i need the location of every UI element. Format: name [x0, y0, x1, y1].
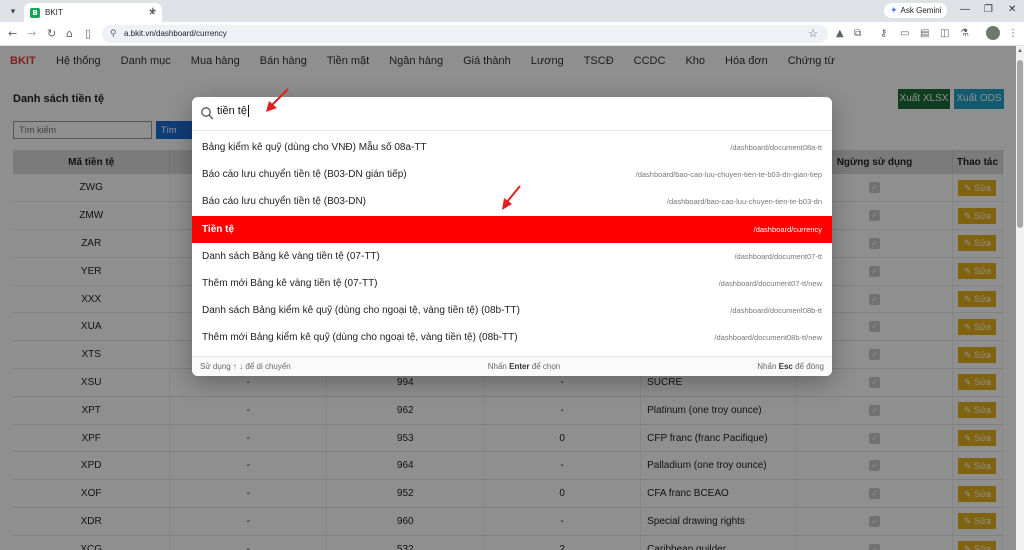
palette-result[interactable]: Danh sách Bảng kiểm kê quỹ (dùng cho ngo…: [192, 297, 832, 324]
window-close-icon[interactable]: ✕: [1008, 4, 1016, 16]
browser-toolbar: ← → ↻ ⌂ ▯ ⚲ a.bkit.vn/dashboard/currency…: [0, 22, 1024, 46]
ask-gemini-button[interactable]: ✦ Ask Gemini: [884, 3, 948, 18]
esc-key: Esc: [778, 362, 793, 371]
footer-enter-suffix: để chọn: [529, 362, 561, 371]
result-path: /dashboard/document07-tt: [734, 251, 822, 261]
lab-icon[interactable]: ⚗: [960, 27, 969, 41]
result-title: Bảng kiểm kê quỹ (dùng cho VNĐ) Mẫu số 0…: [202, 142, 427, 154]
enter-key: Enter: [509, 362, 530, 371]
result-path: /dashboard/bao-cao-luu-chuyen-tien-te-b0…: [635, 170, 822, 180]
palette-footer: Sử dụng ↑ ↓ để di chuyển Nhấn Enter để c…: [192, 356, 832, 376]
result-path: /dashboard/bao-cao-luu-chuyen-tien-te-b0…: [666, 197, 822, 207]
palette-result[interactable]: Báo cáo lưu chuyển tiền tệ (B03-DN) /dash…: [192, 188, 832, 215]
result-path: /dashboard/document08b-tt/new: [714, 333, 822, 343]
gemini-icon: ✦: [890, 5, 898, 15]
search-icon: [201, 107, 214, 120]
text-caret: [247, 105, 249, 118]
sidebar-toggle-icon[interactable]: ▯: [85, 27, 91, 41]
result-path: /dashboard/document08b-tt: [730, 306, 822, 316]
maximize-icon[interactable]: ❐: [984, 4, 993, 16]
browser-tabstrip: ▾ B BKIT ✕ + ✦ Ask Gemini — ❐ ✕: [0, 0, 1024, 22]
key-icon[interactable]: ⚷: [880, 27, 887, 41]
footer-move-hint: Sử dụng ↑ ↓ để di chuyển: [200, 362, 291, 371]
reload-icon[interactable]: ↻: [47, 27, 56, 41]
footer-esc-prefix: Nhấn: [757, 362, 779, 371]
result-title: Tiền tệ: [202, 223, 235, 235]
ask-gemini-label: Ask Gemini: [900, 6, 942, 15]
site-info-icon[interactable]: ⚲: [110, 28, 117, 39]
palette-result[interactable]: Bảng kiểm kê quỹ (dùng cho VNĐ) Mẫu số 0…: [192, 134, 832, 161]
home-icon[interactable]: ⌂: [66, 27, 73, 41]
side-panel-icon[interactable]: ◫: [940, 27, 949, 41]
browser-menu-icon[interactable]: ⋮: [1008, 27, 1018, 41]
result-title: Thêm mới Bảng kiểm kê quỹ (dùng cho ngoạ…: [202, 332, 518, 344]
footer-enter-hint: Nhấn Enter để chọn: [488, 362, 561, 371]
address-url: a.bkit.vn/dashboard/currency: [124, 29, 227, 38]
card-icon[interactable]: ▭: [900, 27, 909, 41]
footer-enter-prefix: Nhấn: [487, 362, 510, 371]
palette-result[interactable]: Báo cáo lưu chuyển tiền tệ (B03-DN gián …: [192, 161, 832, 188]
footer-esc-suffix: để đóng: [792, 362, 824, 371]
palette-results: Bảng kiểm kê quỹ (dùng cho VNĐ) Mẫu số 0…: [192, 134, 832, 352]
extension-triangle-icon[interactable]: ▲: [836, 27, 844, 41]
palette-search-bar[interactable]: tiền tệ: [192, 97, 832, 131]
palette-query: tiền tệ: [217, 105, 247, 117]
forward-icon[interactable]: →: [27, 27, 36, 41]
profile-avatar[interactable]: [986, 26, 1000, 40]
minimize-icon[interactable]: —: [960, 4, 970, 16]
palette-result[interactable]: Thêm mới Bảng kiểm kê quỹ (dùng cho ngoạ…: [192, 324, 832, 351]
palette-result[interactable]: Thêm mới Bảng kê vàng tiền tệ (07-TT) /da…: [192, 270, 832, 297]
extensions-puzzle-icon[interactable]: ⧉: [854, 27, 861, 41]
palette-result-active[interactable]: Tiền tệ/dashboard/currency: [192, 215, 832, 243]
palette-result[interactable]: Danh sách Bảng kê vàng tiền tệ (07-TT) /d…: [192, 243, 832, 270]
favicon-icon: B: [30, 7, 40, 18]
reading-list-icon[interactable]: ▤: [920, 27, 929, 41]
result-path: /dashboard/document07-tt/new: [718, 279, 822, 289]
result-title: Báo cáo lưu chuyển tiền tệ (B03-DN): [202, 196, 366, 208]
back-icon[interactable]: ←: [8, 27, 17, 41]
tab-search-chevron-icon[interactable]: ▾: [6, 4, 20, 18]
result-path: /dashboard/document08a-tt: [730, 143, 822, 153]
page-scrollbar[interactable]: ▲: [1016, 46, 1024, 550]
footer-move-text: Sử dụng ↑ ↓ để di chuyển: [200, 362, 291, 371]
result-title: Danh sách Bảng kiểm kê quỹ (dùng cho ngo…: [202, 305, 520, 317]
result-path: /dashboard/currency: [753, 224, 822, 234]
palette-search-input[interactable]: tiền tệ: [217, 105, 249, 118]
command-palette: tiền tệ Bảng kiểm kê quỹ (dùng cho VNĐ) …: [192, 97, 832, 376]
address-bar[interactable]: ⚲ a.bkit.vn/dashboard/currency ☆: [102, 25, 828, 43]
new-tab-icon[interactable]: +: [149, 4, 157, 18]
result-title: Danh sách Bảng kê vàng tiền tệ (07-TT): [202, 250, 380, 262]
result-title: Báo cáo lưu chuyển tiền tệ (B03-DN gián …: [202, 169, 407, 181]
scroll-up-icon[interactable]: ▲: [1017, 48, 1023, 54]
bookmark-star-icon[interactable]: ☆: [808, 27, 818, 40]
result-title: Thêm mới Bảng kê vàng tiền tệ (07-TT): [202, 278, 378, 290]
footer-esc-hint: Nhấn Esc để đóng: [757, 362, 824, 371]
tab-title: BKIT: [45, 8, 63, 17]
browser-tab[interactable]: B BKIT ✕: [24, 3, 162, 22]
scrollbar-thumb[interactable]: [1017, 60, 1023, 228]
